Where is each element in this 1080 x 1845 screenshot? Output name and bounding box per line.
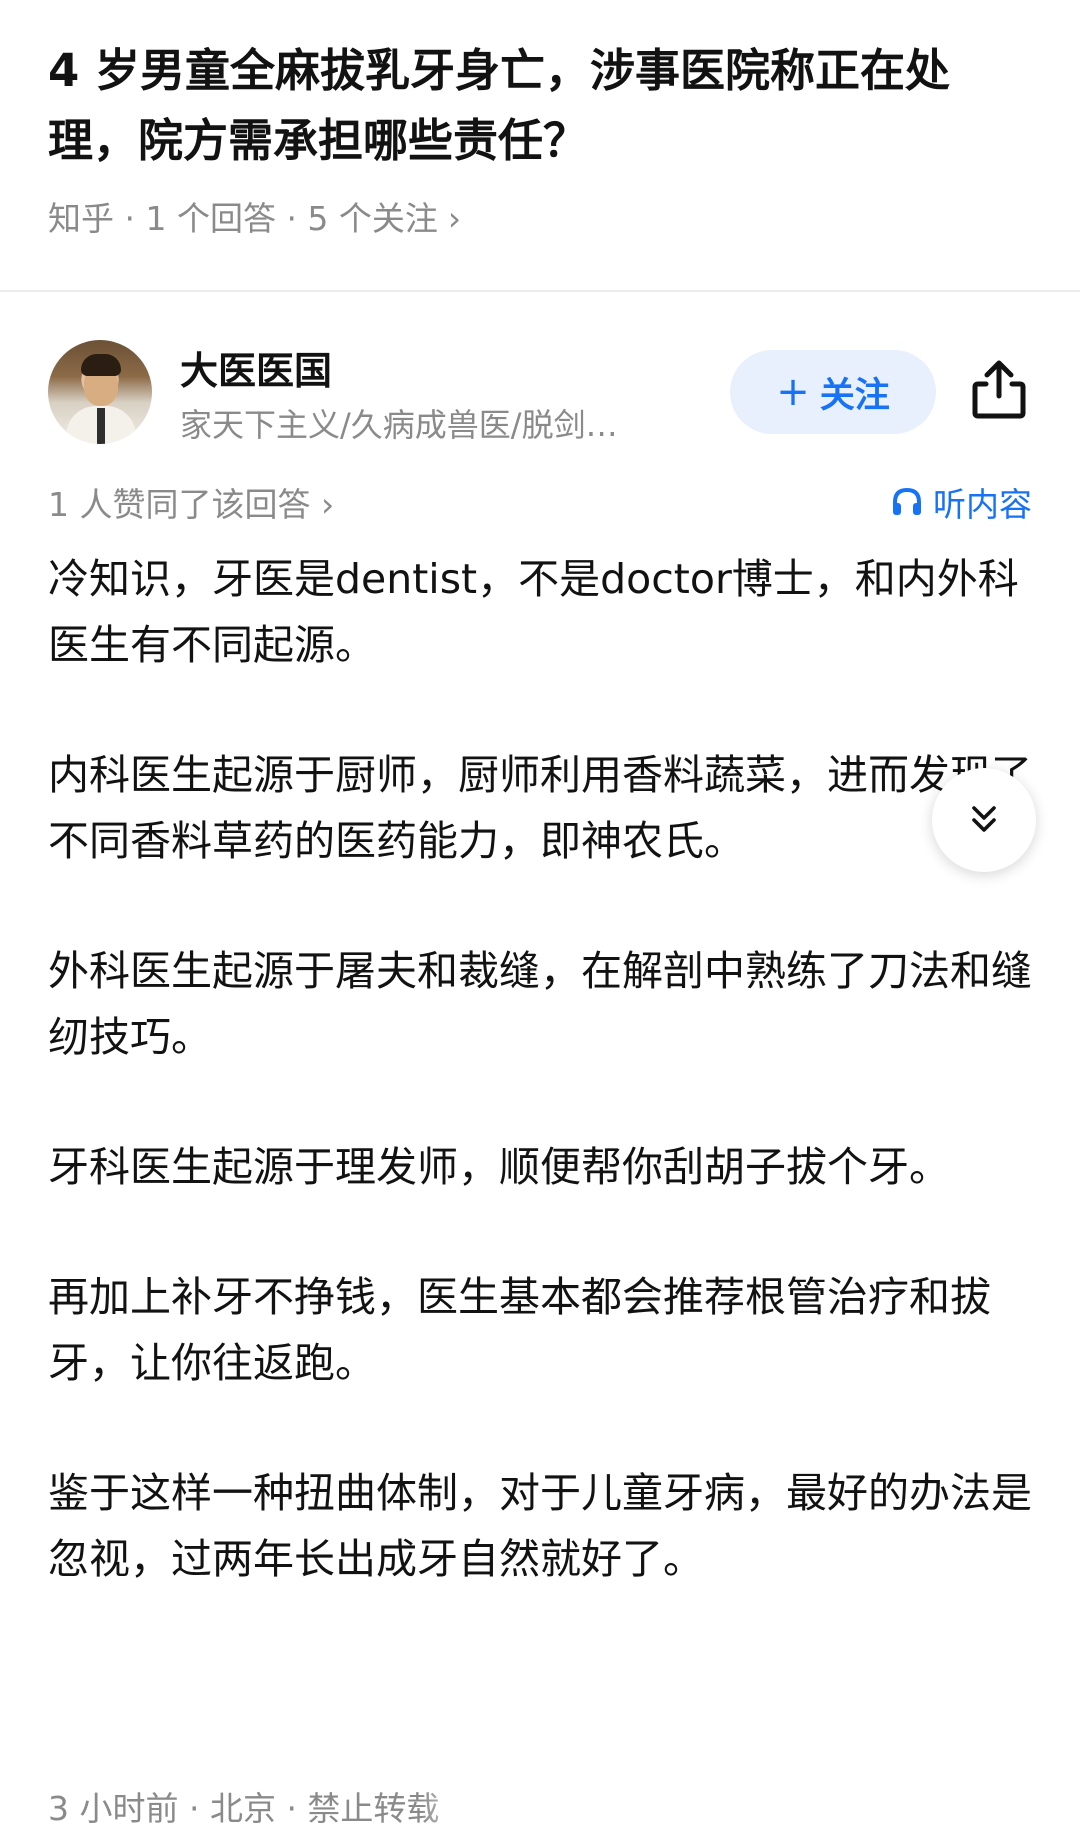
zhihu-answer-page: 4 岁男童全麻拔乳牙身亡，涉事医院称正在处理，院方需承担哪些责任？ 知乎 · 1… xyxy=(0,0,1080,1845)
answer-footer: 3 小时前 · 北京 · 禁止转载 xyxy=(48,1789,440,1828)
follow-button[interactable]: + 关注 xyxy=(730,350,936,434)
section-divider xyxy=(0,290,1080,292)
answer-paragraph: 外科医生起源于屠夫和裁缝，在解剖中熟练了刀法和缝纫技巧。 xyxy=(48,947,1032,1061)
question-meta-text: 知乎 · 1 个回答 · 5 个关注 xyxy=(48,199,438,238)
listen-label: 听内容 xyxy=(933,485,1032,524)
answer-paragraph: 冷知识，牙医是dentist，不是doctor博士，和内外科医生有不同起源。 xyxy=(48,555,1019,669)
question-header: 4 岁男童全麻拔乳牙身亡，涉事医院称正在处理，院方需承担哪些责任？ 知乎 · 1… xyxy=(0,0,1080,290)
answer-paragraph: 牙科医生起源于理发师，顺便帮你刮胡子拔个牙。 xyxy=(48,1143,950,1191)
answer-paragraph: 再加上补牙不挣钱，医生基本都会推荐根管治疗和拔牙，让你往返跑。 xyxy=(48,1273,991,1387)
answer-paragraph: 内科医生起源于厨师，厨师利用香料蔬菜，进而发现了不同香料草药的医药能力，即神农氏… xyxy=(48,751,1032,865)
author-avatar[interactable] xyxy=(48,340,152,444)
author-name[interactable]: 大医医国 xyxy=(180,340,332,395)
chevron-right-icon: › xyxy=(321,485,335,524)
question-title[interactable]: 4 岁男童全麻拔乳牙身亡，涉事医院称正在处理，院方需承担哪些责任？ xyxy=(48,36,1038,176)
share-icon[interactable] xyxy=(970,358,1028,420)
upvote-summary[interactable]: 1 人赞同了该回答 › xyxy=(48,478,334,526)
author-bio: 家天下主义/久病成兽医/脱剑… xyxy=(180,406,618,444)
listen-button[interactable]: 听内容 xyxy=(891,478,1032,526)
question-meta[interactable]: 知乎 · 1 个回答 · 5 个关注 › xyxy=(48,192,461,240)
answer-paragraph: 鉴于这样一种扭曲体制，对于儿童牙病，最好的办法是忽视，过两年长出成牙自然就好了。 xyxy=(48,1469,1032,1583)
follow-label: 关注 xyxy=(819,375,890,416)
expand-button[interactable] xyxy=(932,768,1036,872)
double-chevron-down-icon xyxy=(972,806,996,832)
watermark-fade xyxy=(420,1770,540,1845)
answer-body: 冷知识，牙医是dentist，不是doctor博士，和内外科医生有不同起源。 内… xyxy=(48,546,1038,1656)
chevron-right-icon: › xyxy=(447,199,462,238)
headphones-icon xyxy=(893,487,921,515)
upvote-text: 1 人赞同了该回答 xyxy=(48,485,311,524)
plus-icon: + xyxy=(776,369,810,415)
